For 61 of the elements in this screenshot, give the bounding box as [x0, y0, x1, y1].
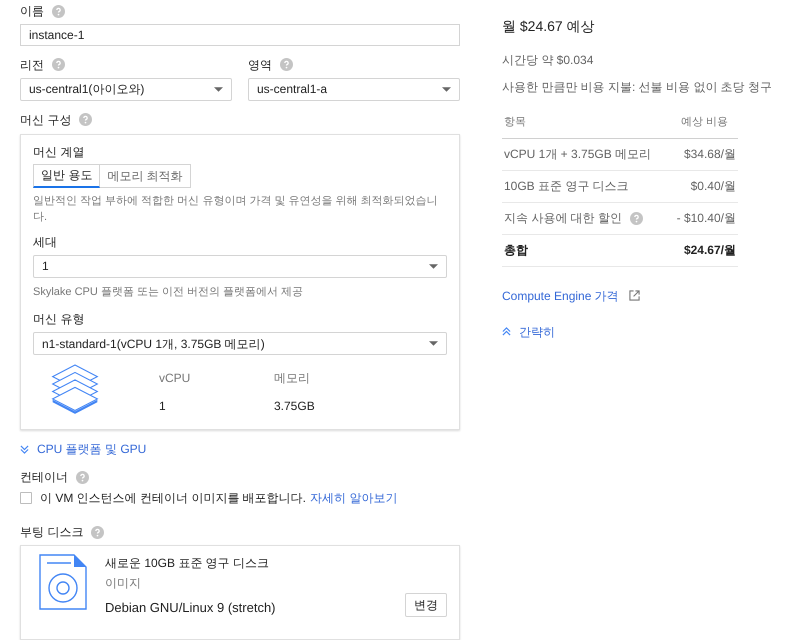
field-label: 세대	[33, 234, 58, 251]
billing-note: 사용한 만큼만 비용 지불: 선불 비용 없이 초당 청구	[502, 79, 772, 96]
cost-value: - $10.40/월	[676, 210, 736, 227]
field-label: 리전	[20, 56, 44, 74]
checkbox-label: 이 VM 인스턴스에 컨테이너 이미지를 배포합니다.	[40, 490, 306, 508]
column-header: 항목	[504, 115, 526, 130]
cost-value: $0.40/월	[690, 178, 736, 195]
help-icon[interactable]	[52, 58, 65, 72]
field-label: 이름	[20, 3, 44, 20]
dropdown-caret-icon	[214, 86, 223, 92]
column-header: 예상 비용	[680, 115, 728, 130]
cost-value: $34.68/월	[684, 146, 736, 163]
layers-icon	[51, 363, 99, 416]
dropdown[interactable]: 1	[33, 254, 447, 278]
estimate-title: 월 $24.67 예상	[502, 17, 596, 36]
help-icon[interactable]	[630, 212, 644, 224]
spec-value: 1	[159, 398, 167, 416]
hint-text: Skylake CPU 플랫폼 또는 이전 버전의 플랫폼에서 제공	[33, 284, 304, 300]
spec-value: 3.75GB	[274, 398, 315, 416]
chevron-down-icon	[20, 444, 29, 454]
help-icon[interactable]	[52, 4, 65, 18]
dropdown[interactable]: us-central1-a	[248, 78, 460, 101]
cost-value: $24.67/월	[684, 242, 736, 259]
help-icon[interactable]	[280, 58, 293, 72]
dropdown-caret-icon	[442, 86, 451, 92]
change-button[interactable]: 변경	[405, 593, 447, 618]
dropdown[interactable]: us-central1(아이오와)	[20, 78, 232, 101]
name-input-field[interactable]: instance-1	[20, 24, 460, 46]
field-label: 머신 구성	[20, 112, 72, 129]
learn-more-link[interactable]: 자세히 알아보기	[310, 489, 398, 508]
external-link-icon	[628, 290, 640, 301]
cost-item: 10GB 표준 영구 디스크	[504, 178, 629, 195]
help-icon[interactable]	[76, 470, 89, 484]
pricing-link[interactable]: Compute Engine 가격	[502, 286, 772, 304]
collapse-link[interactable]: 간략히	[502, 322, 772, 340]
spec-name: 메모리	[274, 370, 311, 388]
help-icon[interactable]	[79, 113, 92, 126]
family-tab[interactable]: 메모리 최적화	[100, 164, 191, 188]
disk-file-icon	[39, 554, 87, 610]
disk-title: 새로운 10GB 표준 영구 디스크	[105, 555, 270, 572]
image-label: 이미지	[105, 575, 142, 592]
dropdown-caret-icon	[429, 341, 438, 346]
dropdown[interactable]: n1-standard-1(vCPU 1개, 3.75GB 메모리)	[33, 332, 447, 356]
field-label: 머신 유형	[33, 311, 86, 328]
spec-name: vCPU	[159, 370, 192, 388]
family-description: 일반적인 작업 부하에 적합한 머신 유형이며 가격 및 유연성을 위해 최적화되었습니다.	[33, 194, 439, 225]
help-icon[interactable]	[91, 526, 104, 539]
dropdown-caret-icon	[429, 264, 438, 269]
hourly-cost: 시간당 약 $0.034	[502, 52, 594, 69]
field-label: 컨테이너	[20, 469, 68, 486]
chevron-up-icon	[502, 327, 511, 336]
cost-item: 지속 사용에 대한 할인	[504, 210, 622, 227]
cost-item: 총합	[504, 242, 528, 259]
cpu-platform-link[interactable]: CPU 플랫폼 및 GPU	[20, 440, 460, 458]
cost-item: vCPU 1개 + 3.75GB 메모리	[504, 146, 652, 163]
checkbox[interactable]	[20, 492, 32, 504]
field-label: 부팅 디스크	[20, 524, 84, 542]
field-label: 머신 계열	[33, 144, 86, 161]
family-tab[interactable]: 일반 용도	[33, 164, 100, 188]
field-label: 영역	[248, 56, 272, 74]
image-name: Debian GNU/Linux 9 (stretch)	[105, 598, 276, 617]
